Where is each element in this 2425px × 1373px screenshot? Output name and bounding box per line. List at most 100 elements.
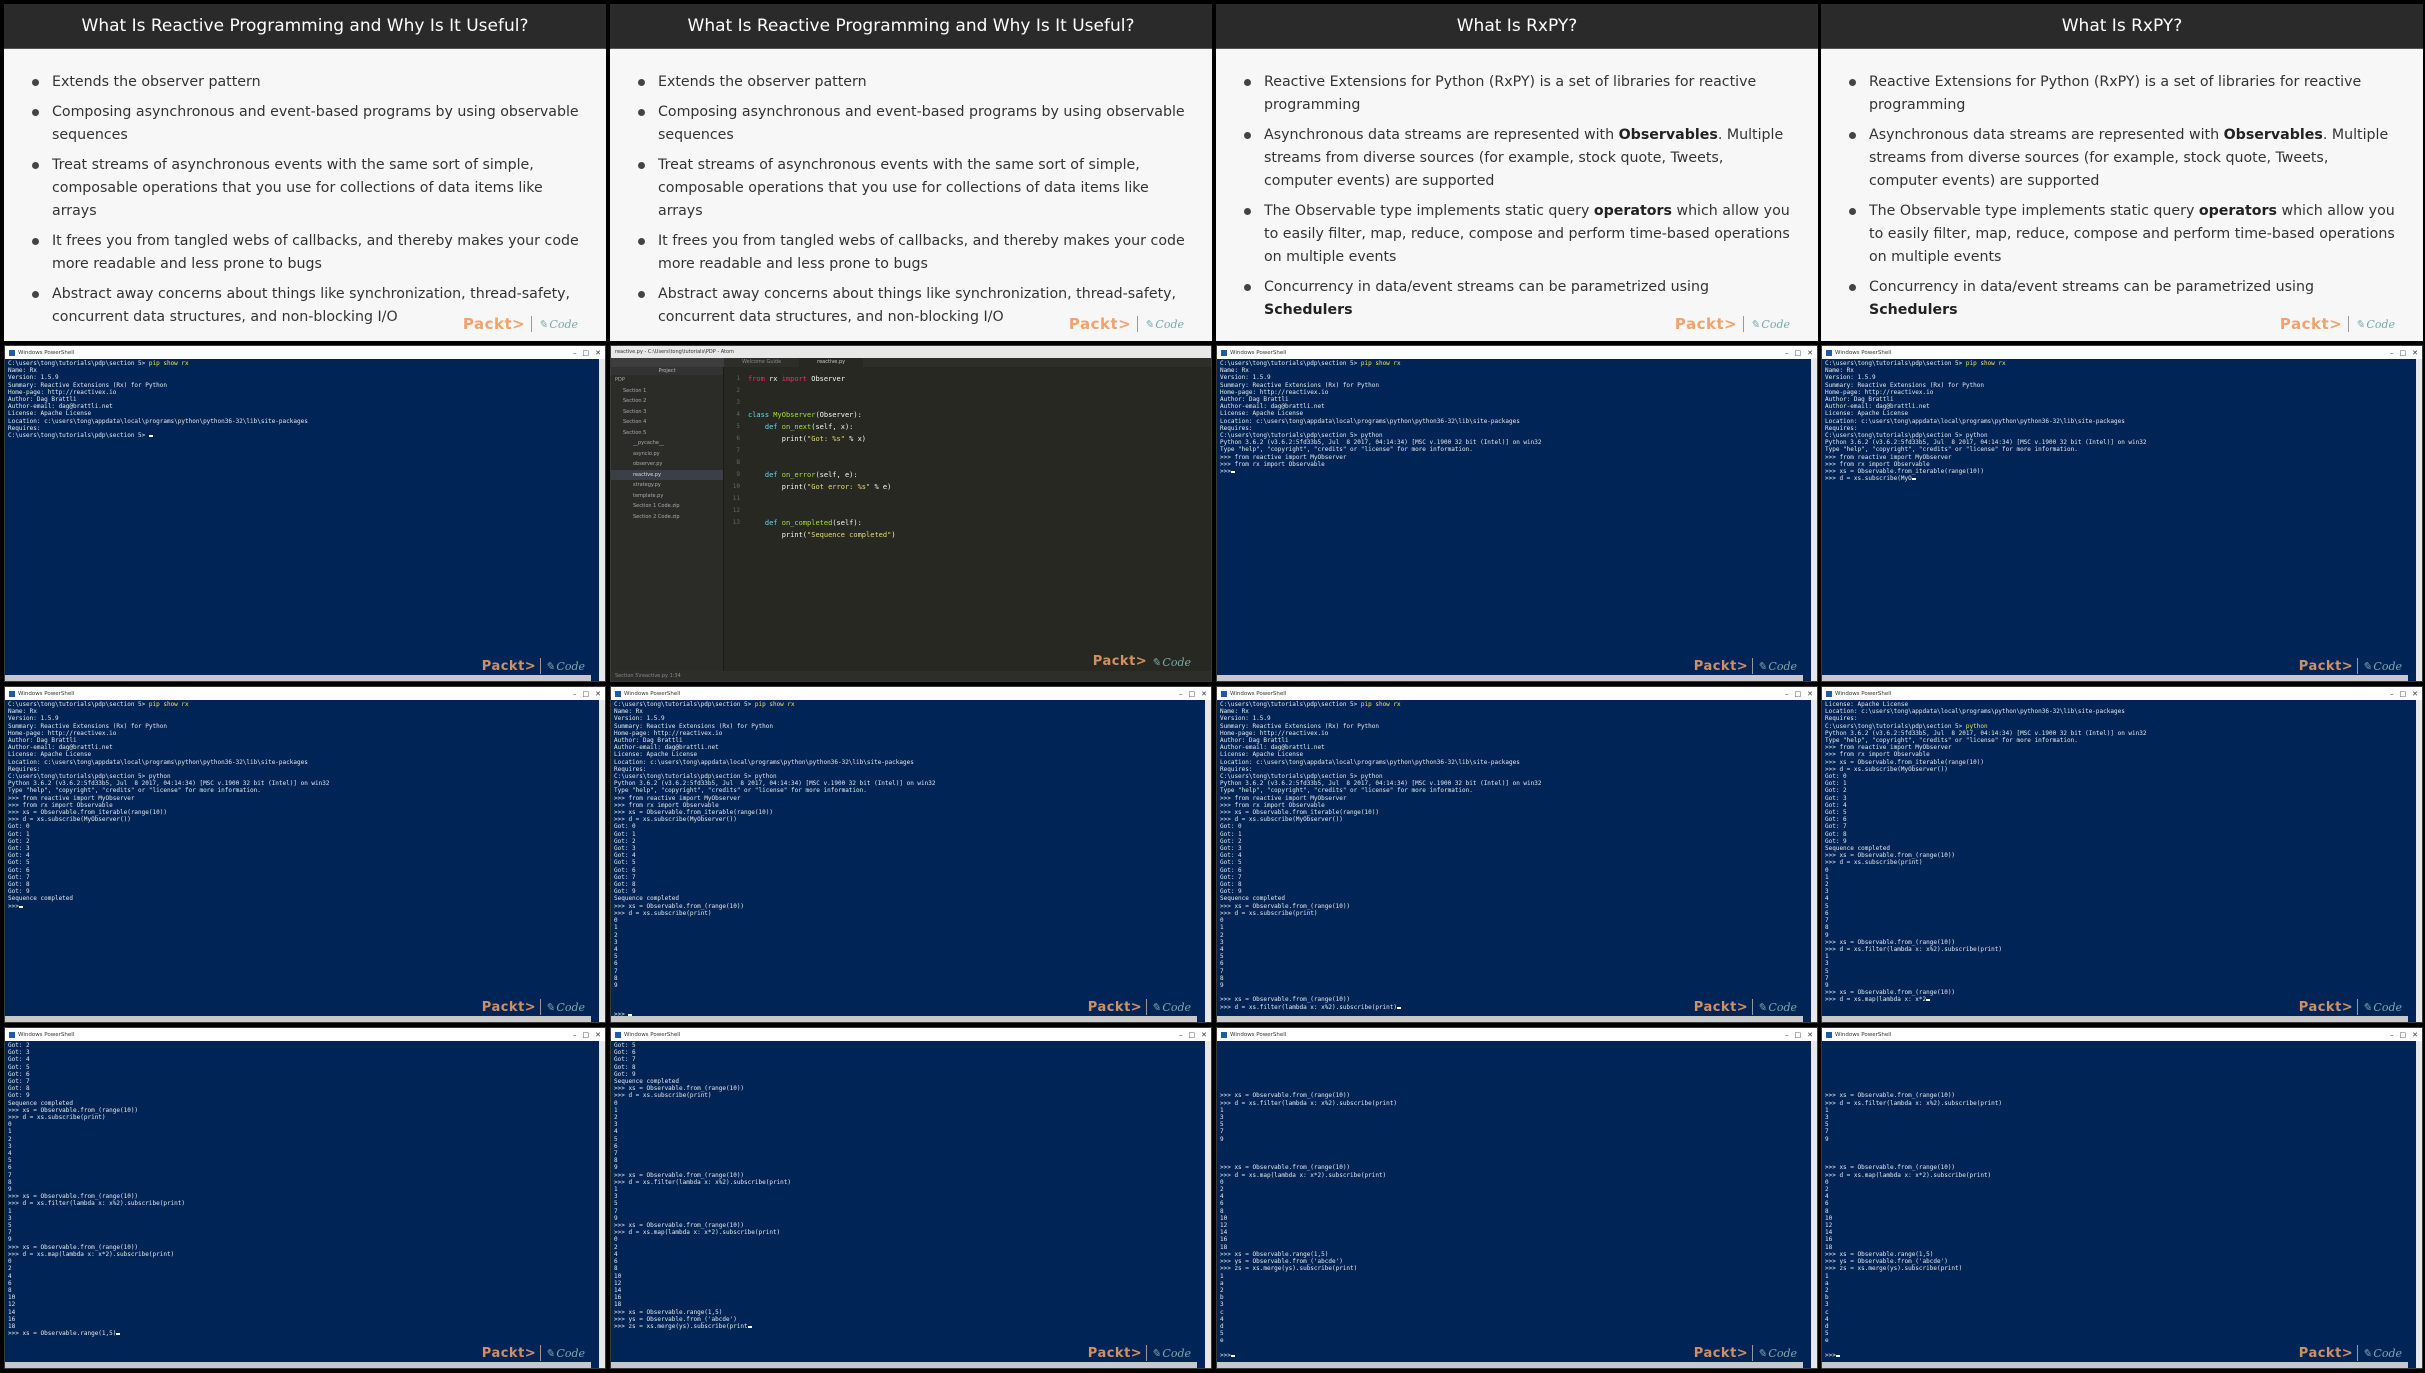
terminal-output[interactable]: >>> xs = Observable.from_(range(10)) >>>… bbox=[1217, 1041, 1817, 1360]
close-button[interactable]: ✕ bbox=[2412, 349, 2418, 357]
minimize-button[interactable]: – bbox=[1785, 1031, 1789, 1039]
minimize-button[interactable]: – bbox=[2390, 1031, 2394, 1039]
close-button[interactable]: ✕ bbox=[1201, 690, 1207, 698]
code-logo-text: Code bbox=[1162, 1347, 1191, 1360]
tab-reactive-py[interactable]: reactive.py bbox=[799, 358, 864, 367]
logo-area: Packt> ✎ Code bbox=[1088, 999, 1193, 1015]
minimize-button[interactable]: – bbox=[573, 690, 577, 698]
maximize-button[interactable]: □ bbox=[1795, 349, 1802, 357]
close-button[interactable]: ✕ bbox=[1807, 349, 1813, 357]
horizontal-scrollbar[interactable] bbox=[5, 1362, 591, 1368]
horizontal-scrollbar[interactable] bbox=[1822, 675, 2408, 681]
tree-item[interactable]: __pycache__ bbox=[611, 438, 723, 449]
maximize-button[interactable]: □ bbox=[2400, 1031, 2407, 1039]
terminal-output[interactable]: C:\users\tong\tutorials\pdp\section 5> p… bbox=[5, 700, 605, 911]
close-button[interactable]: ✕ bbox=[595, 349, 601, 357]
maximize-button[interactable]: □ bbox=[1189, 690, 1196, 698]
maximize-button[interactable]: □ bbox=[1795, 1031, 1802, 1039]
terminal-output[interactable]: C:\users\tong\tutorials\pdp\section 5> p… bbox=[5, 359, 605, 440]
terminal-output[interactable]: C:\users\tong\tutorials\pdp\section 5> p… bbox=[1822, 359, 2422, 483]
vertical-scrollbar[interactable] bbox=[1811, 700, 1817, 1022]
horizontal-scrollbar[interactable] bbox=[1822, 1016, 2408, 1022]
vertical-scrollbar[interactable] bbox=[2416, 700, 2422, 1022]
vertical-scrollbar[interactable] bbox=[2416, 359, 2422, 681]
maximize-button[interactable]: □ bbox=[583, 690, 590, 698]
horizontal-scrollbar[interactable] bbox=[5, 1016, 591, 1022]
window-titlebar: Windows PowerShell – □ ✕ bbox=[1217, 346, 1817, 359]
window-title: Windows PowerShell bbox=[1221, 1031, 1286, 1038]
vertical-scrollbar[interactable] bbox=[599, 359, 605, 681]
close-button[interactable]: ✕ bbox=[1201, 1031, 1207, 1039]
horizontal-scrollbar[interactable] bbox=[611, 1016, 1197, 1022]
tree-item[interactable]: Section 1 bbox=[611, 386, 723, 397]
maximize-button[interactable]: □ bbox=[1795, 690, 1802, 698]
terminal-output[interactable]: Got: 5 Got: 6 Got: 7 Got: 8 Got: 9 Seque… bbox=[611, 1041, 1211, 1331]
tree-item[interactable]: Section 5 bbox=[611, 428, 723, 439]
bullet-item: Composing asynchronous and event-based p… bbox=[22, 101, 580, 147]
vertical-scrollbar[interactable] bbox=[2416, 1041, 2422, 1368]
minimize-button[interactable]: – bbox=[573, 349, 577, 357]
horizontal-scrollbar[interactable] bbox=[611, 1362, 1197, 1368]
terminal-window: Windows PowerShell – □ ✕ C:\users\tong\tutor… bbox=[1216, 686, 1818, 1023]
terminal-text: Got: 2 Got: 3 Got: 4 Got: 5 Got: 6 Got: … bbox=[8, 1042, 186, 1338]
minimize-button[interactable]: – bbox=[573, 1031, 577, 1039]
close-button[interactable]: ✕ bbox=[2412, 690, 2418, 698]
tree-item[interactable]: Section 4 bbox=[611, 417, 723, 428]
horizontal-scrollbar[interactable] bbox=[1217, 675, 1803, 681]
close-button[interactable]: ✕ bbox=[1807, 690, 1813, 698]
terminal-output[interactable]: C:\users\tong\tutorials\pdp\section 5> p… bbox=[1217, 359, 1817, 476]
tree-item[interactable]: Section 3 bbox=[611, 407, 723, 418]
horizontal-scrollbar[interactable] bbox=[5, 675, 591, 681]
tree-item[interactable]: template.py bbox=[611, 491, 723, 502]
tree-item[interactable]: Section 2 bbox=[611, 396, 723, 407]
minimize-button[interactable]: – bbox=[2390, 690, 2394, 698]
maximize-button[interactable]: □ bbox=[2400, 690, 2407, 698]
tree-item[interactable]: Section 2 Code.zip bbox=[611, 512, 723, 523]
close-button[interactable]: ✕ bbox=[1807, 1031, 1813, 1039]
minimize-button[interactable]: – bbox=[1785, 349, 1789, 357]
terminal-output[interactable]: >>> xs = Observable.from_(range(10)) >>>… bbox=[1822, 1041, 2422, 1360]
close-button[interactable]: ✕ bbox=[595, 1031, 601, 1039]
project-tab[interactable]: Project bbox=[611, 367, 723, 375]
close-button[interactable]: ✕ bbox=[2412, 1031, 2418, 1039]
slide-panel: What Is RxPY? Reactive Extensions for Pyt… bbox=[1216, 4, 1818, 341]
minimize-button[interactable]: – bbox=[1179, 1031, 1183, 1039]
vertical-scrollbar[interactable] bbox=[599, 700, 605, 1022]
tree-item[interactable]: PDP bbox=[611, 375, 723, 386]
window-title: Windows PowerShell bbox=[1221, 349, 1286, 356]
terminal-output[interactable]: C:\users\tong\tutorials\pdp\section 5> p… bbox=[611, 700, 1211, 1019]
maximize-button[interactable]: □ bbox=[583, 1031, 590, 1039]
logo-area: Packt> ✎ Code bbox=[482, 1345, 587, 1361]
maximize-button[interactable]: □ bbox=[2400, 349, 2407, 357]
tree-item[interactable]: observer.py bbox=[611, 459, 723, 470]
minimize-button[interactable]: – bbox=[2390, 349, 2394, 357]
horizontal-scrollbar[interactable] bbox=[1822, 1362, 2408, 1368]
editor-tabs: Welcome Guide reactive.py bbox=[724, 358, 1211, 367]
terminal-output[interactable]: Got: 2 Got: 3 Got: 4 Got: 5 Got: 6 Got: … bbox=[5, 1041, 605, 1338]
maximize-button[interactable]: □ bbox=[583, 349, 590, 357]
maximize-button[interactable]: □ bbox=[1189, 1031, 1196, 1039]
logo-area: Packt> ✎ Code bbox=[2299, 1345, 2404, 1361]
slide-body: Reactive Extensions for Python (RxPY) is… bbox=[1821, 49, 2423, 322]
terminal-output[interactable]: C:\users\tong\tutorials\pdp\section 5> p… bbox=[1217, 700, 1817, 1012]
minimize-button[interactable]: – bbox=[1179, 690, 1183, 698]
tree-item[interactable]: strategy.py bbox=[611, 480, 723, 491]
vertical-scrollbar[interactable] bbox=[1811, 1041, 1817, 1368]
tree-item[interactable]: asyncio.py bbox=[611, 449, 723, 460]
vertical-scrollbar[interactable] bbox=[1205, 700, 1211, 1022]
code-editor[interactable]: 1 2 3 4 5 6 7 8 9 10 11 12 13 from rx im… bbox=[724, 367, 1211, 671]
bullet-list: Extends the observer pattern Composing as… bbox=[628, 71, 1186, 329]
tree-item[interactable]: Section 1 Code.zip bbox=[611, 501, 723, 512]
close-button[interactable]: ✕ bbox=[595, 690, 601, 698]
minimize-button[interactable]: – bbox=[1785, 690, 1789, 698]
tab-welcome-guide[interactable]: Welcome Guide bbox=[724, 358, 799, 367]
vertical-scrollbar[interactable] bbox=[1205, 1041, 1211, 1368]
window-title-text: Windows PowerShell bbox=[1230, 690, 1287, 697]
horizontal-scrollbar[interactable] bbox=[1217, 1362, 1803, 1368]
terminal-output[interactable]: License: Apache License Location: c:\use… bbox=[1822, 700, 2422, 1005]
code-logo: ✎ Code bbox=[1151, 1000, 1193, 1014]
horizontal-scrollbar[interactable] bbox=[1217, 1016, 1803, 1022]
tree-item[interactable]: reactive.py bbox=[611, 469, 723, 480]
vertical-scrollbar[interactable] bbox=[1811, 359, 1817, 681]
vertical-scrollbar[interactable] bbox=[599, 1041, 605, 1368]
